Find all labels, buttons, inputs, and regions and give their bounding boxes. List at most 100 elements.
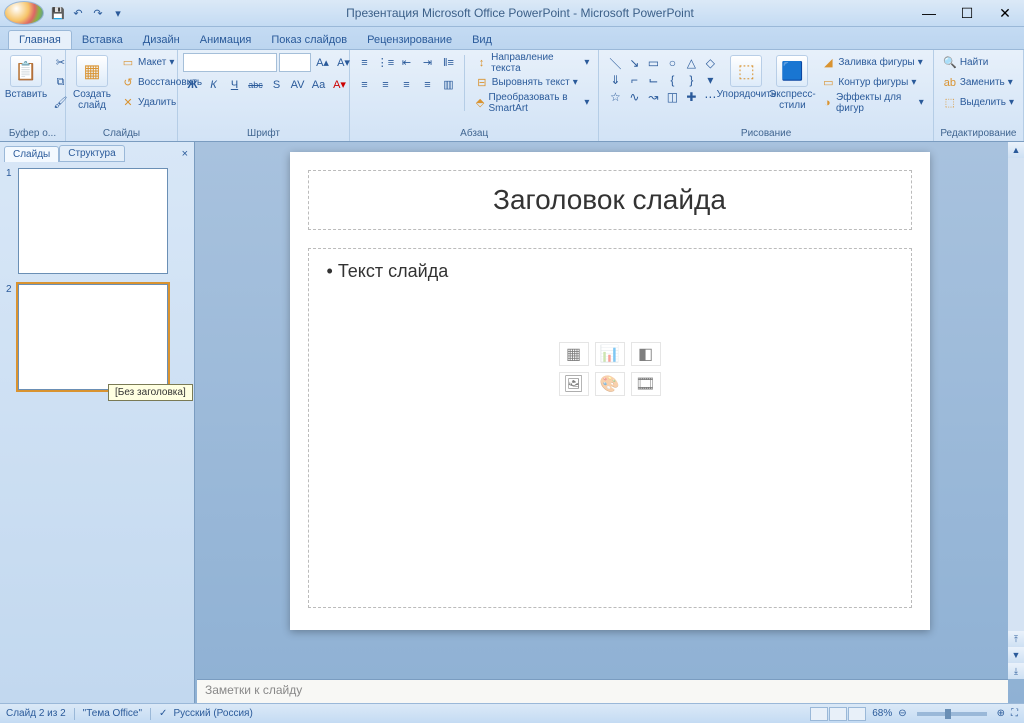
paste-button[interactable]: 📋 Вставить [5,53,47,102]
tab-slideshow[interactable]: Показ слайдов [261,31,357,49]
insert-picture-icon[interactable]: 🖼 [559,372,589,396]
text-shadow-button[interactable]: S [267,75,286,94]
insert-media-icon[interactable]: 🎞 [631,372,661,396]
vertical-scrollbar[interactable]: ▲ ⤒ ▼ ⤓ [1008,142,1024,679]
line-spacing-icon[interactable]: ‖≡ [439,53,458,72]
shape-scroll-v-icon[interactable]: ▾ [701,72,719,88]
font-size-select[interactable] [279,53,311,72]
smartart-button[interactable]: ⬘Преобразовать в SmartArt ▾ [471,93,594,112]
shape-triangle-icon[interactable]: △ [682,55,700,71]
tab-view[interactable]: Вид [462,31,502,49]
align-text-button[interactable]: ⊟Выровнять текст ▾ [471,73,594,92]
shape-star-icon[interactable]: ☆ [606,89,624,105]
underline-button[interactable]: Ч [225,75,244,94]
close-button[interactable]: ✕ [990,4,1020,22]
maximize-button[interactable]: ☐ [952,4,982,22]
align-left-icon[interactable]: ≡ [355,75,374,94]
tab-home[interactable]: Главная [8,30,72,49]
replace-button[interactable]: abЗаменить ▾ [939,73,1018,92]
decrease-indent-icon[interactable]: ⇤ [397,53,416,72]
insert-clipart-icon[interactable]: 🎨 [595,372,625,396]
spellcheck-icon[interactable]: ✓ [159,708,167,719]
shape-conn3-icon[interactable]: ∿ [625,89,643,105]
shape-darrow-icon[interactable]: ⇓ [606,72,624,88]
slide-thumbnail-1[interactable] [18,168,168,274]
panel-close-icon[interactable]: × [176,146,194,162]
shape-outline-button[interactable]: ▭Контур фигуры ▾ [817,73,927,92]
tab-review[interactable]: Рецензирование [357,31,462,49]
quick-styles-button[interactable]: 🟦 Экспресс-стили [771,53,813,113]
status-language[interactable]: Русский (Россия) [173,708,252,719]
shape-conn2-icon[interactable]: ⌙ [644,72,662,88]
insert-chart-icon[interactable]: 📊 [595,342,625,366]
shape-conn1-icon[interactable]: ⌐ [625,72,643,88]
shape-line-icon[interactable]: ＼ [606,55,624,71]
numbering-icon[interactable]: ⋮≡ [376,53,395,72]
fit-window-icon[interactable]: ⛶ [1011,708,1018,719]
minimize-button[interactable]: — [914,4,944,22]
justify-icon[interactable]: ≡ [418,75,437,94]
next-slide-icon[interactable]: ⤓ [1008,663,1024,679]
shape-oval-icon[interactable]: ○ [663,55,681,71]
insert-smartart-icon[interactable]: ◧ [631,342,661,366]
save-icon[interactable]: 💾 [50,5,66,21]
shape-gallery[interactable]: ＼ ↘ ▭ ○ △ ◇ ⇓ ⌐ ⌙ { } ▾ ☆ ∿ ↝ ◫ ✚ ⋯ [604,53,721,107]
text-direction-button[interactable]: ↕Направление текста ▾ [471,53,594,72]
shape-conn4-icon[interactable]: ↝ [644,89,662,105]
zoom-slider[interactable] [917,712,987,716]
normal-view-icon[interactable] [810,707,828,721]
shape-plus-icon[interactable]: ✚ [682,89,700,105]
slide-canvas[interactable]: Заголовок слайда • Текст слайда ▦ 📊 ◧ 🖼 … [290,152,930,630]
change-case-button[interactable]: Aa [309,75,328,94]
shape-brace-icon[interactable]: { [663,72,681,88]
char-spacing-button[interactable]: AV [288,75,307,94]
shape-arrow-icon[interactable]: ↘ [625,55,643,71]
arrange-button[interactable]: ⬚ Упорядочить [725,53,767,102]
shape-callout-icon[interactable]: ◫ [663,89,681,105]
columns-icon[interactable]: ▥ [439,75,458,94]
insert-table-icon[interactable]: ▦ [559,342,589,366]
undo-icon[interactable]: ↶ [70,5,86,21]
shape-fill-button[interactable]: ◢Заливка фигуры ▾ [817,53,927,72]
align-right-icon[interactable]: ≡ [397,75,416,94]
prev-slide-icon[interactable]: ⤒ [1008,631,1024,647]
font-color-button[interactable]: A▾ [330,75,349,94]
bold-button[interactable]: Ж [183,75,202,94]
bullets-icon[interactable]: ≡ [355,53,374,72]
shape-effects-button[interactable]: ◑Эффекты для фигур ▾ [817,93,927,112]
select-button[interactable]: ⬚Выделить ▾ [939,93,1018,112]
qat-dropdown-icon[interactable]: ▾ [110,5,126,21]
tab-animation[interactable]: Анимация [190,31,262,49]
new-slide-icon: ▦ [76,55,108,87]
shape-rect-icon[interactable]: ▭ [644,55,662,71]
shape-diamond-icon[interactable]: ◇ [701,55,719,71]
grow-font-icon[interactable]: A▴ [313,53,332,72]
italic-button[interactable]: К [204,75,223,94]
zoom-out-icon[interactable]: ⊖ [898,708,906,719]
font-family-select[interactable] [183,53,277,72]
increase-indent-icon[interactable]: ⇥ [418,53,437,72]
new-slide-button[interactable]: ▦ Создать слайд [71,53,113,113]
scroll-down-icon[interactable]: ▼ [1008,647,1024,663]
office-button[interactable] [4,1,44,25]
scroll-up-icon[interactable]: ▲ [1008,142,1024,158]
quick-styles-icon: 🟦 [776,55,808,87]
slide-title-placeholder[interactable]: Заголовок слайда [308,170,912,230]
sorter-view-icon[interactable] [829,707,847,721]
zoom-in-icon[interactable]: ⊕ [997,708,1005,719]
slide-body-placeholder[interactable]: • Текст слайда ▦ 📊 ◧ 🖼 🎨 🎞 [308,248,912,608]
slide-thumbnail-2[interactable] [18,284,168,390]
notes-pane[interactable]: Заметки к слайду [197,679,1008,703]
find-button[interactable]: 🔍Найти [939,53,1018,72]
redo-icon[interactable]: ↷ [90,5,106,21]
tab-design[interactable]: Дизайн [133,31,190,49]
strike-button[interactable]: abc [246,75,265,94]
tab-insert[interactable]: Вставка [72,31,133,49]
panel-tab-outline[interactable]: Структура [59,145,124,162]
shape-brace2-icon[interactable]: } [682,72,700,88]
content-icons: ▦ 📊 ◧ 🖼 🎨 🎞 [559,342,661,396]
group-paragraph-label: Абзац [355,125,593,141]
slideshow-view-icon[interactable] [848,707,866,721]
align-center-icon[interactable]: ≡ [376,75,395,94]
panel-tab-slides[interactable]: Слайды [4,146,59,162]
